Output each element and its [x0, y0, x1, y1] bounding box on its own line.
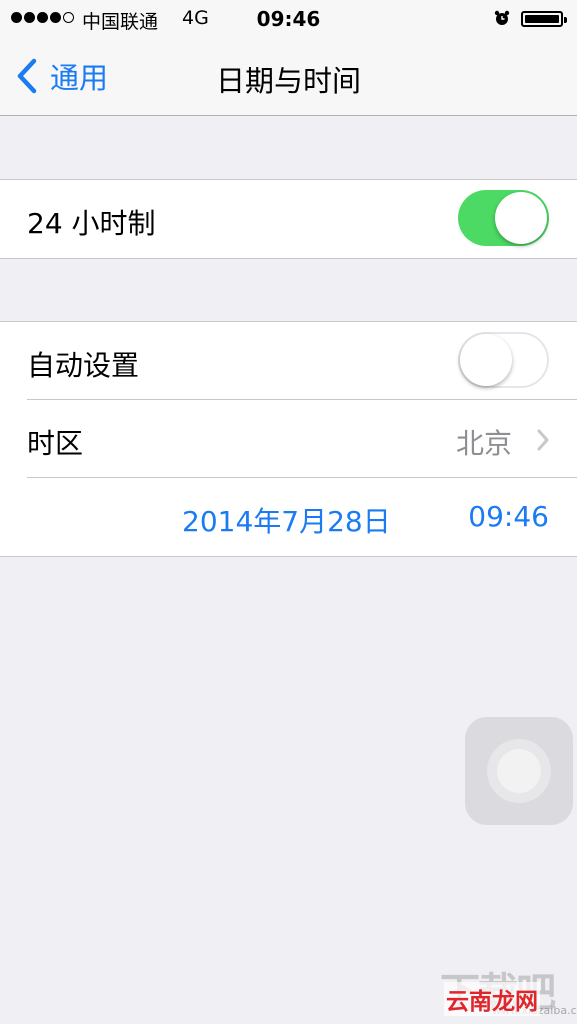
status-bar: 中国联通 4G 09:46 — [0, 0, 577, 38]
toggle-auto-set[interactable] — [458, 332, 549, 388]
alarm-icon — [494, 10, 510, 25]
battery-icon — [521, 11, 567, 27]
assistive-touch-button[interactable] — [465, 717, 573, 825]
toggle-knob — [495, 192, 547, 244]
assistive-touch-ring-inner — [497, 749, 541, 793]
page-title: 日期与时间 — [215, 64, 361, 98]
row-24-hour-label: 24 小时制 — [27, 207, 156, 240]
row-24-hour: 24 小时制 — [0, 180, 577, 258]
navigation-bar: 通用 日期与时间 — [0, 38, 577, 116]
row-auto-set: 自动设置 — [0, 322, 577, 400]
row-timezone-label: 时区 — [27, 427, 84, 460]
settings-group-datetime: 自动设置 时区 北京 2014年7月28日 09:46 — [0, 321, 577, 557]
watermark-overlay-text: 云南龙网 — [444, 982, 540, 1016]
row-date-time: 2014年7月28日 09:46 — [0, 478, 577, 556]
row-timezone[interactable]: 时区 北京 — [0, 400, 577, 478]
date-value[interactable]: 2014年7月28日 — [182, 500, 391, 540]
toggle-knob — [460, 334, 512, 386]
toggle-24-hour[interactable] — [458, 190, 549, 246]
timezone-value: 北京 — [455, 427, 512, 460]
watermark: 下载吧 www.xiazaiba.com 云南龙网 — [440, 960, 577, 1024]
settings-group-format: 24 小时制 — [0, 179, 577, 259]
row-auto-set-label: 自动设置 — [27, 349, 140, 382]
chevron-right-icon — [537, 429, 549, 451]
time-value[interactable]: 09:46 — [468, 500, 549, 533]
status-clock: 09:46 — [256, 7, 321, 31]
